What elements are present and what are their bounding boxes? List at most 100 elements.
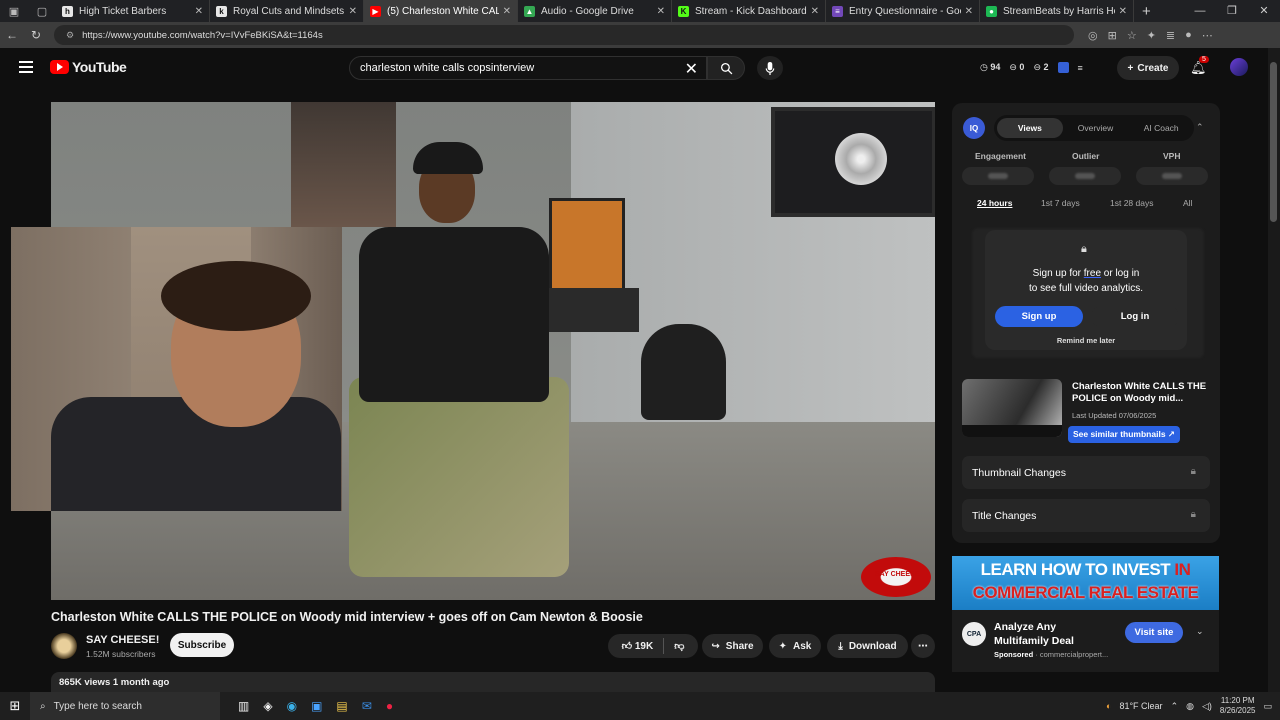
range-all[interactable]: All [1183,198,1192,208]
close-tab-icon[interactable]: ✕ [1119,6,1127,17]
browser-menu-dots-icon[interactable]: ⋯ [1202,29,1213,42]
visit-site-button[interactable]: Visit site [1125,622,1183,643]
notifications-bell-icon[interactable]: 🔔︎ 5 [1190,56,1209,76]
browser-tab[interactable]: ● StreamBeats by Harris Heller | Stre ✕ [980,0,1134,22]
voice-search-button[interactable] [757,56,783,80]
outlook-icon[interactable]: ✉ [362,699,372,713]
search-button[interactable] [707,56,745,80]
account-avatar[interactable] [1230,58,1248,76]
see-similar-thumbnails-button[interactable]: See similar thumbnails ↗ [1068,426,1180,443]
views-stat: ◷ 94 [980,62,1001,72]
volume-icon[interactable]: ◁) [1202,701,1212,712]
thumbnail-changes-label: Thumbnail Changes [972,466,1066,479]
clock[interactable]: 11:20 PM 8/26/2025 [1220,696,1256,716]
chevron-down-icon[interactable]: ⌄ [1196,626,1204,637]
advertiser-logo[interactable]: CPA [962,622,986,646]
close-tab-icon[interactable]: ✕ [657,6,665,17]
menu-icon[interactable] [19,61,33,73]
edge-icon[interactable]: ◉ [287,699,297,713]
close-tab-icon[interactable]: ✕ [503,6,511,17]
browser-tab[interactable]: ≡ Entry Questionnaire - Google Forms ✕ [826,0,980,22]
task-view-icon[interactable]: ▥ [238,699,249,713]
browser-menu-icon[interactable]: ▣ [0,0,28,22]
iq-extension-icon[interactable] [1057,62,1069,73]
bookmark-star-icon[interactable]: ☆ [1127,29,1137,42]
thumbnail-changes-row[interactable]: Thumbnail Changes 🔒︎ [962,456,1210,489]
tab-label: StreamBeats by Harris Heller | Stre [1003,5,1115,17]
signup-button[interactable]: Sign up [995,306,1083,327]
subscribe-button[interactable]: Subscribe [170,633,234,657]
search-input[interactable]: charleston white calls copsinterview ✕ [349,56,707,80]
scene-person [339,137,639,600]
close-tab-icon[interactable]: ✕ [349,6,357,17]
browser-tab[interactable]: K Stream - Kick Dashboard ✕ [672,0,826,22]
video-thumbnail[interactable] [962,379,1062,437]
dislike-button[interactable]: 👎︎ [674,640,684,652]
close-tab-icon[interactable]: ✕ [811,6,819,17]
profile-icon[interactable]: ● [1185,29,1192,42]
search-query-text: charleston white calls copsinterview [360,62,535,74]
url-field[interactable]: ⚙ https://www.youtube.com/watch?v=IVvFeB… [54,25,1074,45]
youtube-logo[interactable]: YouTube [50,59,127,75]
close-window-icon[interactable]: ✕ [1248,0,1280,22]
title-changes-row[interactable]: Title Changes 🔒︎ [962,499,1210,532]
tab-actions-icon[interactable]: ▢ [28,0,56,22]
tab-overview[interactable]: Overview [1063,123,1129,133]
notifications-icon[interactable]: ▭ [1263,701,1272,712]
windows-start-icon[interactable]: ⊞ [0,698,30,714]
browser-tab[interactable]: k Royal Cuts and Mindsets ✕ [210,0,364,22]
taskbar-search-input[interactable]: ⌕ Type here to search [30,692,220,720]
channel-name[interactable]: SAY CHEESE! [86,634,159,646]
back-icon[interactable]: ← [0,28,24,42]
range-7-days[interactable]: 1st 7 days [1041,198,1080,208]
metric-outlier-label: Outlier [1072,151,1100,161]
tab-favicon-icon: ≡ [832,5,843,17]
login-button[interactable]: Log in [1091,306,1179,327]
tray-chevron-icon[interactable]: ⌃ [1171,701,1179,712]
url-text: https://www.youtube.com/watch?v=IVvFeBKi… [82,29,323,41]
share-button[interactable]: ↪ Share [702,634,763,658]
reload-icon[interactable]: ↻ [24,28,48,42]
notification-badge: 5 [1199,56,1209,63]
channel-avatar[interactable] [51,633,77,659]
download-button[interactable]: ⤓ Download [827,634,908,658]
list-icon[interactable]: ≡ [1078,63,1083,73]
reading-list-icon[interactable]: ≣ [1166,29,1175,42]
browser-tab[interactable]: ▶ (5) Charleston White CALLS THE POLICE ✕ [364,0,518,22]
more-actions-button[interactable]: ⋯ [911,634,935,658]
browser-tab[interactable]: ▲ Audio - Google Drive ✕ [518,0,672,22]
site-info-icon[interactable]: ⚙ [66,30,74,41]
app-icon[interactable]: ● [386,699,393,713]
channel-watermark: SAY CHEESE [861,557,931,597]
remind-later-link[interactable]: Remind me later [985,336,1187,345]
close-tab-icon[interactable]: ✕ [195,6,203,17]
like-button[interactable]: 👍︎ 19K [622,640,654,652]
eye-slash-icon[interactable]: ◎ [1088,29,1098,42]
minimize-icon[interactable]: — [1184,0,1216,22]
install-icon[interactable]: ⊞ [1108,29,1117,42]
tab-ai-coach[interactable]: AI Coach [1128,123,1194,133]
ad-title[interactable]: Analyze Any Multifamily Deal [994,620,1084,648]
description-box[interactable]: 865K views 1 month ago [51,672,935,692]
collapse-panel-icon[interactable]: ⌃ [1196,122,1204,133]
restore-icon[interactable]: ❐ [1216,0,1248,22]
range-24-hours[interactable]: 24 hours [977,198,1012,208]
browser-tab[interactable]: h High Ticket Barbers ✕ [56,0,210,22]
range-28-days[interactable]: 1st 28 days [1110,198,1153,208]
network-icon[interactable]: ◍ [1186,701,1194,712]
store-icon[interactable]: ▣ [311,699,322,713]
tab-views[interactable]: Views [997,118,1063,138]
close-tab-icon[interactable]: ✕ [965,6,973,17]
page-scrollbar[interactable] [1268,48,1280,692]
ask-button[interactable]: ✦ Ask [769,634,821,658]
create-button[interactable]: + Create [1117,56,1179,80]
copilot-icon[interactable]: ◈ [263,699,272,713]
file-explorer-icon[interactable]: ▤ [336,699,347,713]
extensions-icon[interactable]: ✦ [1147,29,1156,42]
weather-text[interactable]: 81°F Clear [1119,701,1162,711]
youtube-play-icon [50,60,69,74]
ad-banner[interactable]: LEARN HOW TO INVEST IN COMMERCIAL REAL E… [952,556,1219,610]
clear-search-icon[interactable]: ✕ [685,59,698,79]
new-tab-button[interactable]: + [1142,3,1151,20]
scrollbar-thumb[interactable] [1270,62,1277,222]
